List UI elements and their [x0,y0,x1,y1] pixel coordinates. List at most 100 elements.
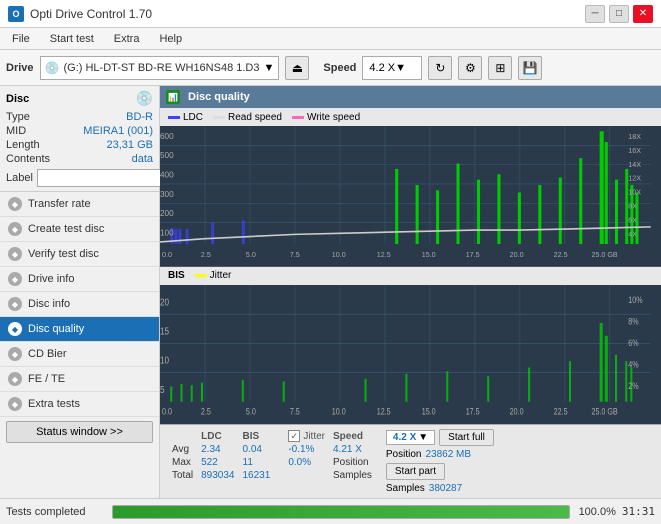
eject-button[interactable]: ⏏ [285,56,309,80]
read-speed-legend: Read speed [213,112,282,123]
svg-text:6X: 6X [628,215,637,224]
stats-table: LDC BIS ✓ Jitter Speed Avg 2.34 0.04 [168,429,376,482]
nav-disc-quality-label: Disc quality [28,323,84,335]
svg-text:2%: 2% [628,381,638,391]
drive-label: Drive [6,62,34,74]
svg-text:18X: 18X [628,132,641,141]
svg-text:7.5: 7.5 [290,406,300,416]
nav-cd-bier-label: CD Bier [28,348,67,360]
label-input[interactable] [37,169,175,187]
svg-text:10X: 10X [628,188,641,197]
total-label: Total [168,469,197,482]
label-key: Label [6,172,33,184]
svg-text:200: 200 [160,208,174,218]
samples-label: Samples [329,469,376,482]
avg-bis: 0.04 [239,443,275,456]
nav-drive-info[interactable]: ◆ Drive info [0,267,159,292]
drive-dropdown[interactable]: 💿 (G:) HL-DT-ST BD-RE WH16NS48 1.D3 ▼ [40,56,280,80]
menu-extra[interactable]: Extra [110,32,144,46]
minimize-button[interactable]: ─ [585,5,605,23]
svg-text:4X: 4X [628,229,637,238]
refresh-button[interactable]: ↻ [428,56,452,80]
time-display: 31:31 [622,505,655,518]
svg-text:15: 15 [160,325,169,336]
position-value: 23862 MB [425,449,471,460]
maximize-button[interactable]: □ [609,5,629,23]
menu-file[interactable]: File [8,32,34,46]
max-ldc: 522 [197,456,238,469]
nav-extra-tests-label: Extra tests [28,398,80,410]
menu-start-test[interactable]: Start test [46,32,98,46]
nav-cd-bier[interactable]: ◆ CD Bier [0,342,159,367]
status-text: Tests completed [6,506,106,518]
disc-section-title: Disc [6,93,29,105]
svg-text:0.0: 0.0 [162,250,172,259]
svg-text:100: 100 [160,227,174,237]
left-panel: Disc 💿 Type BD-R MID MEIRA1 (001) Length… [0,86,160,498]
speed-dropdown[interactable]: 4.2 X ▼ [362,56,422,80]
svg-text:5.0: 5.0 [246,250,256,259]
jitter-label: Jitter [303,431,325,442]
chart-header: 📊 Disc quality [160,86,661,108]
right-panel: 📊 Disc quality LDC Read speed [160,86,661,498]
svg-text:0.0: 0.0 [162,406,172,416]
nav-create-test-disc[interactable]: ◆ Create test disc [0,217,159,242]
jitter-checkbox[interactable]: ✓ [288,430,300,442]
max-label: Max [168,456,197,469]
svg-text:25.0 GB: 25.0 GB [591,250,617,259]
svg-text:20: 20 [160,296,169,307]
ldc-header: LDC [197,429,238,443]
disc-info-icon: ◆ [8,297,22,311]
nav-fe-te[interactable]: ◆ FE / TE [0,367,159,392]
read-speed-color [213,116,225,119]
mid-value: MEIRA1 (001) [83,125,153,137]
speed-dropdown-icon: ▼ [418,432,428,443]
svg-text:10%: 10% [628,295,642,305]
svg-text:8%: 8% [628,316,638,326]
start-full-button[interactable]: Start full [439,429,494,446]
save-button[interactable]: 💾 [518,56,542,80]
create-test-disc-icon: ◆ [8,222,22,236]
progress-bar [112,505,570,519]
progress-fill [113,506,569,518]
svg-text:17.5: 17.5 [466,406,480,416]
svg-text:15.0: 15.0 [422,250,436,259]
lower-chart-svg: 20 15 10 5 10% 8% 6% 4% 2% 0.0 2.5 5.0 7… [160,285,661,425]
nav-disc-info[interactable]: ◆ Disc info [0,292,159,317]
svg-text:20.0: 20.0 [510,250,524,259]
svg-text:10: 10 [160,354,169,365]
chart-icon: 📊 [166,90,180,104]
jitter-legend-label: Jitter [210,270,232,281]
extra-tests-icon: ◆ [8,397,22,411]
cd-bier-icon: ◆ [8,347,22,361]
svg-text:16X: 16X [628,146,641,155]
start-part-button[interactable]: Start part [386,463,445,480]
jitter-legend: Jitter [195,270,232,281]
ldc-color [168,116,180,119]
status-window-button[interactable]: Status window >> [6,421,153,443]
filter-button[interactable]: ⊞ [488,56,512,80]
speed-arrow: ▼ [395,62,406,74]
drive-info-icon: ◆ [8,272,22,286]
write-speed-color [292,116,304,119]
menu-help[interactable]: Help [155,32,186,46]
avg-ldc: 2.34 [197,443,238,456]
close-button[interactable]: ✕ [633,5,653,23]
nav-transfer-rate[interactable]: ◆ Transfer rate [0,192,159,217]
nav-extra-tests[interactable]: ◆ Extra tests [0,392,159,417]
svg-text:22.5: 22.5 [554,250,568,259]
nav-disc-quality[interactable]: ◆ Disc quality [0,317,159,342]
svg-text:5.0: 5.0 [246,406,256,416]
jitter-header-cell: ✓ Jitter [284,429,329,443]
samples-row: Samples 380287 [386,483,494,494]
speed-selector[interactable]: 4.2 X ▼ [386,430,435,445]
ldc-legend: LDC [168,112,203,123]
contents-value: data [132,153,153,165]
settings-button[interactable]: ⚙ [458,56,482,80]
jitter-color [195,274,207,277]
disc-icon: 💿 [136,90,153,107]
svg-text:500: 500 [160,150,174,160]
svg-text:400: 400 [160,169,174,179]
nav-verify-test-disc[interactable]: ◆ Verify test disc [0,242,159,267]
max-bis: 11 [239,456,275,469]
